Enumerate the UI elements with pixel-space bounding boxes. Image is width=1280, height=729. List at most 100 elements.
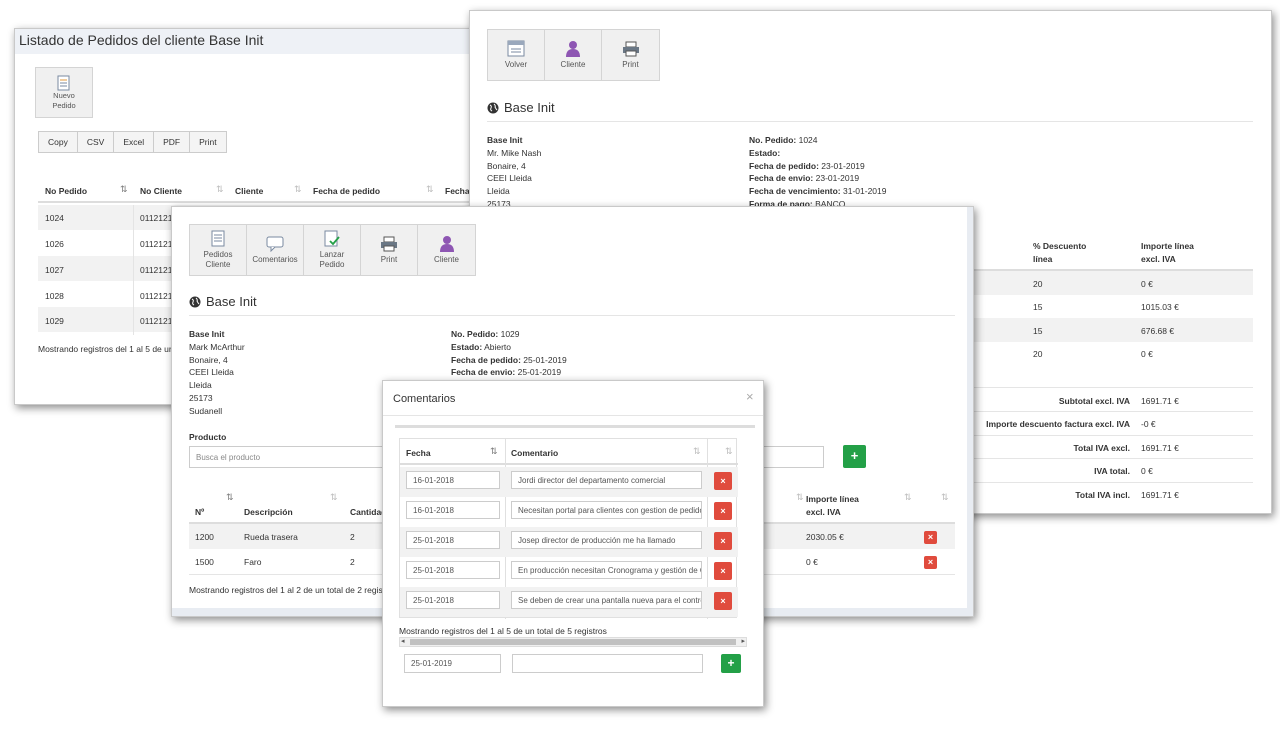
delete-comment-button[interactable]: × [714,532,732,550]
sort-icon[interactable]: ⇅ [330,492,338,503]
printer-icon [381,236,397,251]
discount-total-label: Importe descuento factura excl. IVA [986,419,1130,429]
order-status: Estado: [749,148,781,158]
client-contact: Mark McArthur [189,342,245,352]
launch-order-button[interactable]: Lanzar Pedido [304,225,361,275]
delete-line-button[interactable]: × [924,556,937,569]
print-label: Print [622,59,639,69]
delete-line-button[interactable]: × [924,531,937,544]
col-fecha-pedido[interactable]: Fecha de pedido [313,185,380,198]
col-quantity[interactable]: Cantidad [350,506,386,519]
client-orders-label-1: Pedidos [203,250,233,259]
delete-comment-button[interactable]: × [714,562,732,580]
client-contact: Mr. Mike Nash [487,148,542,158]
sort-icon[interactable]: ⇅ [490,446,498,457]
table-cell-order: 1024 [45,213,64,223]
client-street: Bonaire, 4 [487,161,526,171]
back-icon [507,40,525,57]
table-row-stripe [960,318,1253,342]
comment-date-input[interactable]: 25-01-2018 [406,561,500,579]
sort-icon[interactable]: ⇅ [226,492,234,503]
comment-text-input[interactable]: Josep director de producción me ha llama… [511,531,702,549]
col-cliente[interactable]: Cliente [235,185,263,198]
table-cell-order: 1028 [45,291,64,301]
sort-icon[interactable]: ⇅ [941,492,949,503]
comments-modal: Comentarios × Fecha ⇅ Comentario ⇅ ⇅ 16-… [382,380,764,707]
client-orders-button[interactable]: Pedidos Cliente [190,225,247,275]
line-import: 676.68 € [1141,326,1175,336]
excel-button[interactable]: Excel [114,132,155,152]
scrollbar-thumb[interactable] [410,639,736,645]
order-number: No. Pedido: 1024 [749,135,818,145]
comment-text-input[interactable]: En producción necesitan Cronograma y ges… [511,561,702,579]
comment-date-input[interactable]: 16-01-2018 [406,501,500,519]
line-import: 0 € [1141,279,1153,289]
sort-icon[interactable]: ⇅ [693,446,701,457]
line-number: 1200 [195,532,214,542]
copy-button[interactable]: Copy [39,132,78,152]
back-button[interactable]: Volver [488,30,545,80]
comment-date-input[interactable]: 25-01-2018 [406,531,500,549]
col-no-pedido[interactable]: No Pedido [45,185,87,198]
col-description[interactable]: Descripción [244,506,293,519]
col-date[interactable]: Fecha [406,447,431,460]
scroll-right-arrow[interactable]: ▸ [741,637,745,645]
sort-icon[interactable]: ⇅ [294,184,302,195]
table-row-stripe [960,271,1253,295]
print-button[interactable]: Print [190,132,225,152]
col-fecha[interactable]: Fecha [445,185,470,198]
new-order-button[interactable]: Nuevo Pedido [35,67,93,118]
sort-icon[interactable]: ⇅ [120,184,128,195]
horizontal-scrollbar[interactable]: ◂ ▸ [399,637,747,647]
col-number[interactable]: Nº [195,506,204,519]
new-comment-date-input[interactable]: 25-01-2019 [404,654,501,673]
sort-icon[interactable]: ⇅ [216,184,224,195]
iva-total-label: IVA total. [1094,466,1130,476]
new-comment-text-input[interactable] [512,654,703,673]
total-incl-value: 1691.71 € [1141,490,1179,500]
scroll-left-arrow[interactable]: ◂ [401,637,405,645]
discount-total-value: -0 € [1141,419,1156,429]
comments-button[interactable]: Comentarios [247,225,304,275]
subtotal-value: 1691.71 € [1141,396,1179,406]
delete-comment-button[interactable]: × [714,592,732,610]
modal-close-button[interactable]: × [746,389,754,404]
col-comment[interactable]: Comentario [511,447,558,460]
divider [960,482,1253,483]
pdf-button[interactable]: PDF [154,132,191,152]
csv-button[interactable]: CSV [78,132,115,152]
col-import-2[interactable]: excl. IVA [806,506,841,519]
sort-icon[interactable]: ⇅ [426,184,434,195]
col-no-cliente[interactable]: No Cliente [140,185,182,198]
divider [487,121,1253,122]
ship-date: Fecha de envio: 23-01-2019 [749,173,860,183]
add-comment-button[interactable]: + [721,654,741,673]
comment-text-input[interactable]: Se deben de crear una pantalla nueva par… [511,591,702,609]
ship-date: Fecha de envio: 25-01-2019 [451,367,562,377]
print-label: Print [380,254,398,264]
launch-order-label-1: Lanzar [319,250,345,259]
print-toolbar-button[interactable]: Print [602,30,659,80]
sort-icon[interactable]: ⇅ [796,492,804,503]
comments-footer: Mostrando registros del 1 al 5 de un tot… [399,626,607,636]
order-heading-text: Base Init [206,294,257,309]
comment-date-input[interactable]: 16-01-2018 [406,471,500,489]
client-street: Bonaire, 4 [189,355,228,365]
comment-icon [266,236,284,252]
client-city: Lleida [189,380,212,390]
delete-comment-button[interactable]: × [714,502,732,520]
comment-text-input[interactable]: Jordi director del departamento comercia… [511,471,702,489]
comment-date-input[interactable]: 25-01-2018 [406,591,500,609]
line-quantity: 2 [350,557,355,567]
col-import-1[interactable]: Importe línea [806,493,859,506]
comment-text-input[interactable]: Necesitan portal para clientes con gesti… [511,501,702,519]
delete-comment-button[interactable]: × [714,472,732,490]
line-import: 2030.05 € [806,532,844,542]
print-toolbar-button[interactable]: Print [361,225,418,275]
add-product-button[interactable]: + [843,445,866,468]
sort-icon[interactable]: ⇅ [904,492,912,503]
sort-icon[interactable]: ⇅ [725,446,733,457]
client-button[interactable]: Cliente [545,30,602,80]
table-cell-order: 1029 [45,316,64,326]
client-button[interactable]: Cliente [418,225,475,275]
